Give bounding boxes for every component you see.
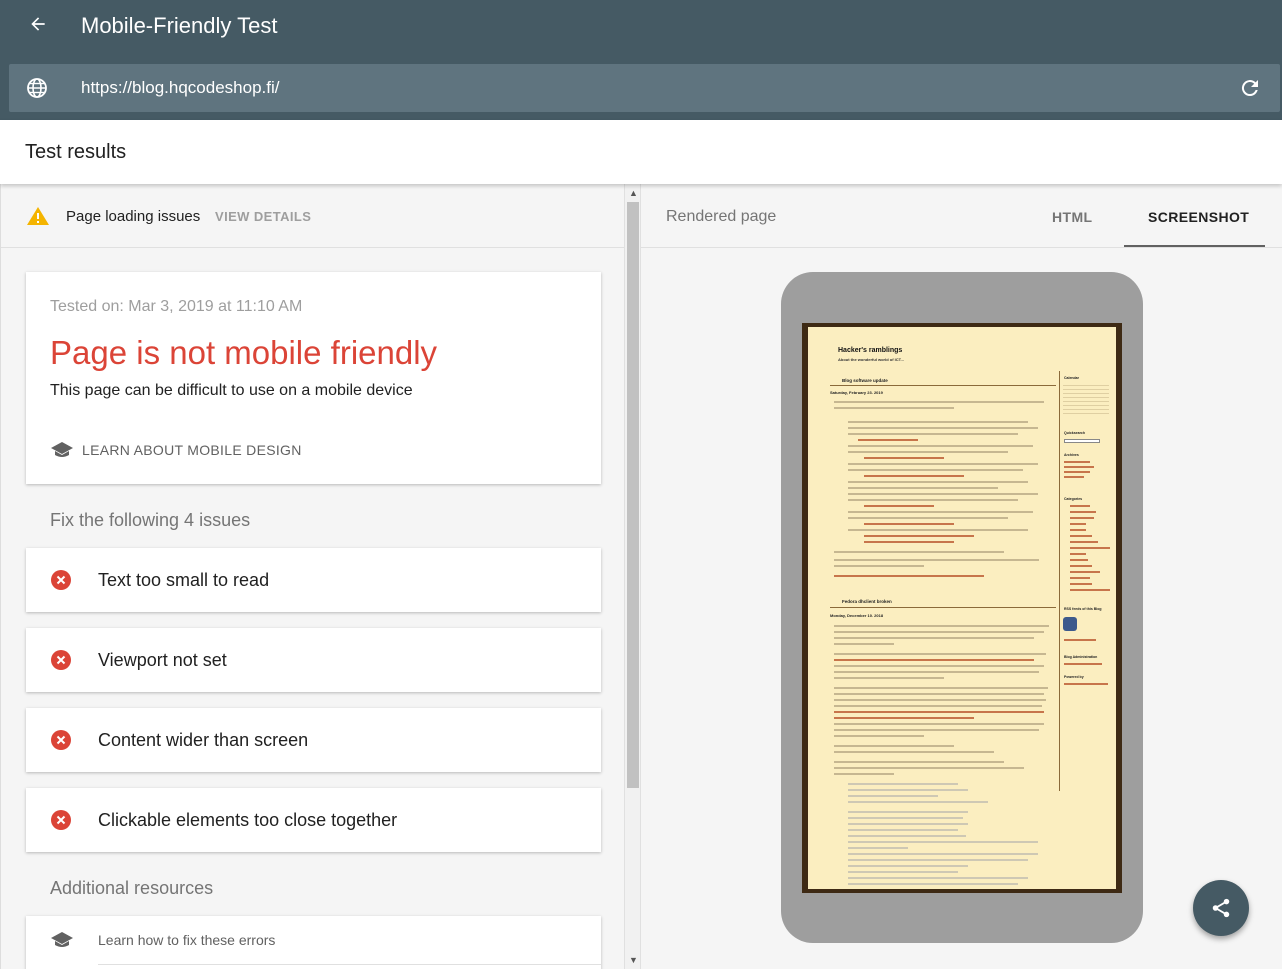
sidebar-heading: Archives xyxy=(1064,453,1079,457)
scroll-up-arrow-icon[interactable]: ▲ xyxy=(629,188,638,198)
fix-issues-title: Fix the following 4 issues xyxy=(50,510,251,530)
issue-label: Content wider than screen xyxy=(98,730,309,750)
sidebar-divider xyxy=(1059,371,1060,791)
error-icon xyxy=(51,730,71,750)
results-header: Test results xyxy=(0,120,1282,184)
resource-link[interactable]: Learn how to fix these errors xyxy=(98,932,275,948)
rss-icon xyxy=(1063,617,1077,631)
sidebar-heading: Calendar xyxy=(1064,376,1079,380)
tab-html[interactable]: HTML xyxy=(1052,209,1092,225)
rendered-page-header: Rendered page HTML SCREENSHOT xyxy=(641,184,1282,248)
error-icon xyxy=(51,650,71,670)
rendered-page-label: Rendered page xyxy=(666,208,777,225)
divider xyxy=(830,385,1056,386)
blog-title: Hacker's ramblings xyxy=(838,347,903,354)
arrow-back-icon xyxy=(31,17,45,31)
school-icon xyxy=(51,442,73,457)
app-bar: Mobile-Friendly Test https://blog.hqcode… xyxy=(0,0,1282,120)
error-icon xyxy=(51,810,71,830)
results-title: Test results xyxy=(25,141,127,163)
post-title: Fedora dhclient broken xyxy=(842,599,892,604)
page-screenshot: Hacker's ramblings About the wonderful w… xyxy=(802,323,1122,893)
sidebar-heading: Blog Administration xyxy=(1064,655,1098,659)
sidebar-heading: Categories xyxy=(1064,497,1083,501)
tested-on-text: Tested on: Mar 3, 2019 at 11:10 AM xyxy=(50,298,303,315)
post-date: Monday, December 10. 2018 xyxy=(830,613,884,618)
view-details-button[interactable]: VIEW DETAILS xyxy=(215,209,311,224)
issue-card[interactable]: Clickable elements too close together xyxy=(26,788,601,852)
learn-mobile-design-link[interactable]: LEARN ABOUT MOBILE DESIGN xyxy=(50,440,302,460)
post-title: Blog software update xyxy=(842,378,888,383)
share-icon xyxy=(1212,898,1230,918)
calendar-widget xyxy=(1063,385,1109,417)
sidebar-heading: RSS feeds of this Blog xyxy=(1064,607,1102,611)
sidebar-heading: Powered by xyxy=(1064,675,1084,679)
warning-icon xyxy=(27,207,49,225)
share-button[interactable] xyxy=(1193,880,1249,936)
issue-label: Viewport not set xyxy=(98,650,227,670)
reload-icon[interactable] xyxy=(1238,76,1262,100)
globe-icon xyxy=(27,78,47,98)
tab-screenshot[interactable]: SCREENSHOT xyxy=(1148,209,1249,225)
rendered-page-panel: Rendered page HTML SCREENSHOT Hacker's r… xyxy=(641,184,1282,969)
url-bar[interactable]: https://blog.hqcodeshop.fi/ xyxy=(9,64,1280,112)
url-input[interactable]: https://blog.hqcodeshop.fi/ xyxy=(81,78,279,98)
error-icon xyxy=(51,570,71,590)
additional-resources-title: Additional resources xyxy=(50,878,214,898)
divider xyxy=(98,964,601,965)
school-icon xyxy=(51,932,73,947)
summary-card: Tested on: Mar 3, 2019 at 11:10 AM Page … xyxy=(26,272,601,484)
issue-label: Text too small to read xyxy=(98,570,270,590)
issue-card[interactable]: Text too small to read xyxy=(26,548,601,612)
post-date: Saturday, February 23. 2019 xyxy=(830,390,883,395)
page-loading-issues-label: Page loading issues xyxy=(66,208,201,225)
divider xyxy=(830,607,1056,608)
verdict-subtitle: This page can be difficult to use on a m… xyxy=(50,382,413,399)
sidebar-heading: Quicksearch xyxy=(1064,431,1086,435)
app-title: Mobile-Friendly Test xyxy=(81,13,278,38)
blog-subtitle: About the wonderful world of ICT... xyxy=(838,357,904,362)
active-tab-indicator xyxy=(1124,245,1265,247)
issue-label: Clickable elements too close together xyxy=(98,810,398,830)
scroll-down-arrow-icon[interactable]: ▼ xyxy=(629,955,638,965)
scroll-thumb[interactable] xyxy=(627,202,639,788)
resources-card: Learn how to fix these errors xyxy=(26,916,601,969)
blog-page-preview: Hacker's ramblings About the wonderful w… xyxy=(808,327,1116,889)
verdict-title: Page is not mobile friendly xyxy=(50,334,438,371)
issue-card[interactable]: Content wider than screen xyxy=(26,708,601,772)
results-panel: Page loading issues VIEW DETAILS Tested … xyxy=(0,184,624,969)
back-button[interactable] xyxy=(24,10,52,38)
issue-card[interactable]: Viewport not set xyxy=(26,628,601,692)
learn-link-label: LEARN ABOUT MOBILE DESIGN xyxy=(82,442,302,458)
left-panel-scrollbar[interactable]: ▲ ▼ xyxy=(624,184,641,969)
phone-frame: Hacker's ramblings About the wonderful w… xyxy=(781,272,1143,943)
page-loading-issues-strip: Page loading issues VIEW DETAILS xyxy=(1,184,624,248)
